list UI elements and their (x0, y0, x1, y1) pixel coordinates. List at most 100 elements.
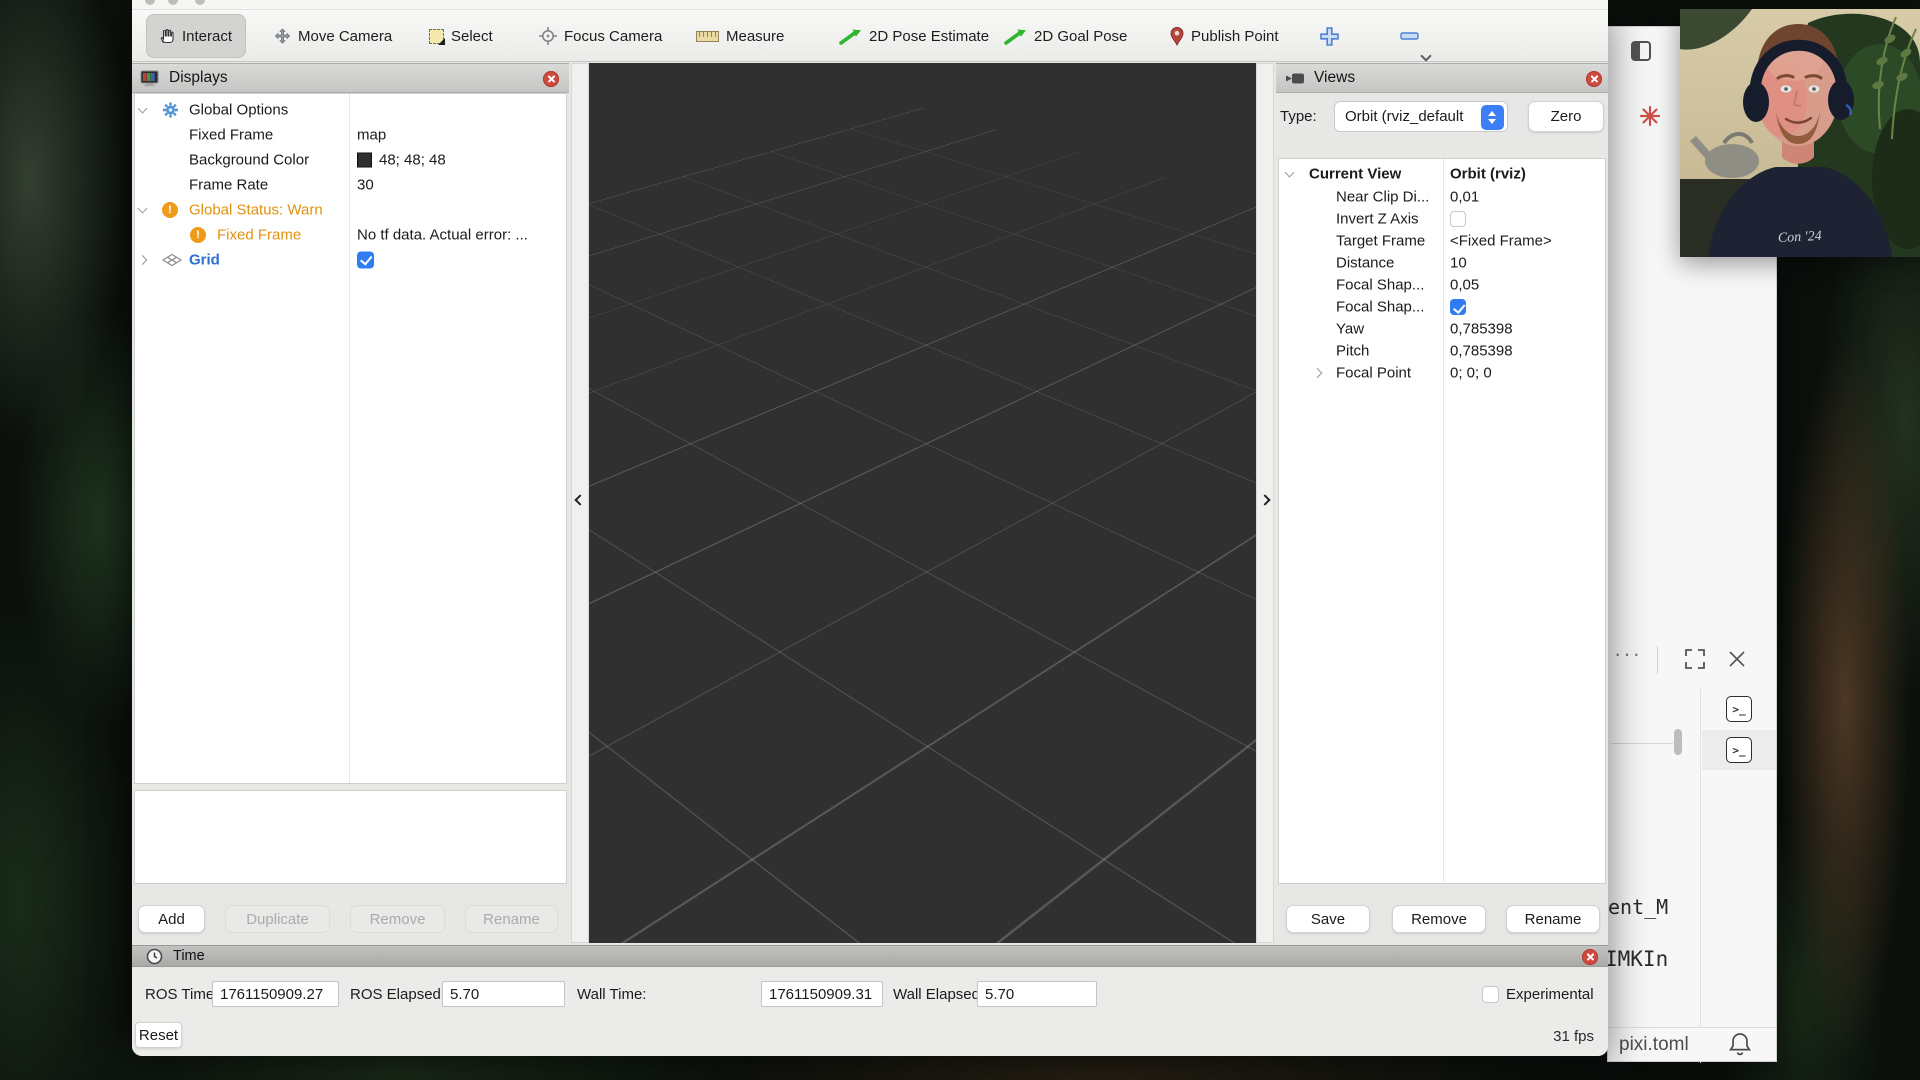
views-tree-row[interactable]: Focal Point0; 0; 0 (1279, 362, 1605, 384)
views-tree-row[interactable]: Focal Shap...0,05 (1279, 274, 1605, 296)
views-tree-row[interactable]: Pitch 0,785398 (1279, 340, 1605, 362)
remove-display-button: Remove (350, 905, 445, 933)
view-type-dropdown[interactable]: Orbit (rviz_default (1334, 101, 1508, 132)
tool-2d-pose-estimate[interactable]: 2D Pose Estimate (839, 14, 989, 58)
tool-select[interactable]: Select (429, 14, 493, 58)
tool-label: 2D Goal Pose (1034, 28, 1127, 45)
statusbar-file-label[interactable]: pixi.toml (1619, 1034, 1689, 1056)
row-label: Global Options (189, 101, 288, 118)
reset-button[interactable]: Reset (135, 1022, 182, 1048)
views-tree-row[interactable]: Invert Z Axis (1279, 208, 1605, 230)
terminal-icon[interactable]: >_ (1726, 737, 1752, 763)
zero-button[interactable]: Zero (1528, 101, 1604, 132)
3d-viewport[interactable] (589, 63, 1256, 943)
displays-panel-header[interactable]: Displays (132, 63, 569, 93)
rename-view-button[interactable]: Rename (1506, 905, 1600, 933)
experimental-checkbox-row[interactable]: Experimental (1482, 986, 1594, 1003)
displays-tree-row[interactable]: Frame Rate30 (135, 172, 566, 197)
row-value[interactable]: No tf data. Actual error: ... (357, 226, 528, 243)
row-value[interactable]: <Fixed Frame> (1450, 233, 1552, 250)
row-value[interactable]: 30 (357, 176, 374, 193)
row-value[interactable]: 10 (1450, 255, 1467, 272)
row-value[interactable]: 0; 0; 0 (1450, 365, 1492, 382)
layout-toggle-icon[interactable] (1631, 41, 1651, 61)
remove-view-button[interactable]: Remove (1392, 905, 1486, 933)
tool-publish-point[interactable]: Publish Point (1170, 14, 1279, 58)
chevron-right-icon[interactable] (138, 255, 148, 265)
row-label: Yaw (1336, 321, 1364, 338)
collapse-right-panel-handle[interactable] (1256, 63, 1274, 943)
roselapsed-input[interactable]: 5.70 (442, 981, 565, 1007)
window-titlebar[interactable] (132, 0, 1608, 10)
row-value[interactable]: 0,05 (1450, 277, 1479, 294)
views-row-checkbox[interactable] (1450, 211, 1466, 227)
tool-label: Interact (182, 28, 232, 45)
tool-2d-goal-pose[interactable]: 2D Goal Pose (1004, 14, 1127, 58)
add-display-button[interactable]: Add (138, 905, 205, 933)
traffic-light-button[interactable] (195, 0, 205, 5)
views-panel-header[interactable]: Views (1276, 63, 1608, 93)
terminal-text: IMKIn (1605, 947, 1668, 971)
close-time-panel-button[interactable] (1582, 949, 1598, 965)
map-pin-icon (1170, 27, 1184, 46)
views-tree-row[interactable]: Focal Shap... (1279, 296, 1605, 318)
tool-measure[interactable]: Measure (696, 14, 784, 58)
add-tool-button[interactable] (1320, 14, 1339, 58)
displays-tree-row[interactable]: !Global Status: Warn (135, 197, 566, 222)
row-value[interactable]: map (357, 126, 386, 143)
close-panel-icon[interactable] (1728, 650, 1746, 668)
more-actions-icon[interactable]: ··· (1614, 641, 1642, 667)
views-tree-row[interactable]: Distance10 (1279, 252, 1605, 274)
remove-tool-button[interactable] (1400, 14, 1419, 58)
chevron-down-icon[interactable] (138, 103, 148, 113)
color-swatch[interactable] (357, 152, 372, 167)
tool-interact[interactable]: Interact (146, 14, 246, 58)
displays-tree-row[interactable]: Global Options (135, 97, 566, 122)
row-value[interactable]: 0,785398 (1450, 343, 1513, 360)
views-row-checkbox[interactable] (1450, 299, 1466, 315)
maximize-panel-icon[interactable] (1685, 649, 1705, 669)
views-tree-row[interactable]: Target Frame<Fixed Frame> (1279, 230, 1605, 252)
chevron-down-icon[interactable] (1285, 168, 1295, 178)
row-value[interactable]: 0,785398 (1450, 321, 1513, 338)
scrollbar-thumb[interactable] (1674, 729, 1682, 755)
collapse-left-panel-handle[interactable] (571, 63, 589, 943)
row-label: Background Color (189, 151, 309, 168)
traffic-light-button[interactable] (168, 0, 178, 5)
row-value[interactable]: 48; 48; 48 (379, 151, 446, 168)
terminal-icon[interactable]: >_ (1726, 696, 1752, 722)
tool-move-camera[interactable]: Move Camera (274, 14, 392, 58)
row-label: Fixed Frame (217, 226, 301, 243)
displays-tree-row[interactable]: Grid (135, 247, 566, 272)
tool-focus-camera[interactable]: Focus Camera (539, 14, 662, 58)
row-value[interactable]: 0,01 (1450, 189, 1479, 206)
walltime-input[interactable]: 1761150909.31 (761, 981, 883, 1007)
displays-tree-row[interactable]: !Fixed FrameNo tf data. Actual error: ..… (135, 222, 566, 247)
rviz-window: Interact Move Camera Select Focus Camera Mea… (132, 0, 1608, 1056)
displays-tree: Global OptionsFixed FramemapBackground C… (134, 93, 567, 784)
asterisk-icon[interactable] (1639, 105, 1661, 127)
view-type-value: Orbit (rviz_default (1335, 108, 1463, 125)
bell-icon[interactable] (1728, 1031, 1752, 1057)
views-tree-row[interactable]: Yaw 0,785398 (1279, 318, 1605, 340)
displays-tree-row[interactable]: Background Color 48; 48; 48 (135, 147, 566, 172)
row-label: Pitch (1336, 343, 1369, 360)
close-views-panel-button[interactable] (1586, 71, 1602, 87)
close-displays-panel-button[interactable] (543, 71, 559, 87)
experimental-checkbox[interactable] (1482, 986, 1499, 1003)
views-tree-row[interactable]: Near Clip Di...0,01 (1279, 186, 1605, 208)
time-panel-header[interactable]: Time (132, 945, 1608, 967)
traffic-light-button[interactable] (145, 0, 155, 5)
chevron-right-icon[interactable] (1313, 368, 1323, 378)
toolbar-overflow-chevron-icon[interactable] (1420, 50, 1431, 61)
save-view-button[interactable]: Save (1286, 905, 1370, 933)
time-panel-title: Time (173, 948, 205, 964)
rostime-input[interactable]: 1761150909.27 (212, 981, 339, 1007)
toolbar: Interact Move Camera Select Focus Camera Mea… (132, 10, 1608, 62)
wallelapsed-input[interactable]: 5.70 (977, 981, 1097, 1007)
views-tree-header-row[interactable]: Current ViewOrbit (rviz) (1279, 162, 1605, 186)
displays-tree-row[interactable]: Fixed Framemap (135, 122, 566, 147)
chevron-down-icon[interactable] (138, 203, 148, 213)
tool-label: Measure (726, 28, 784, 45)
grid-checkbox[interactable] (357, 251, 374, 268)
